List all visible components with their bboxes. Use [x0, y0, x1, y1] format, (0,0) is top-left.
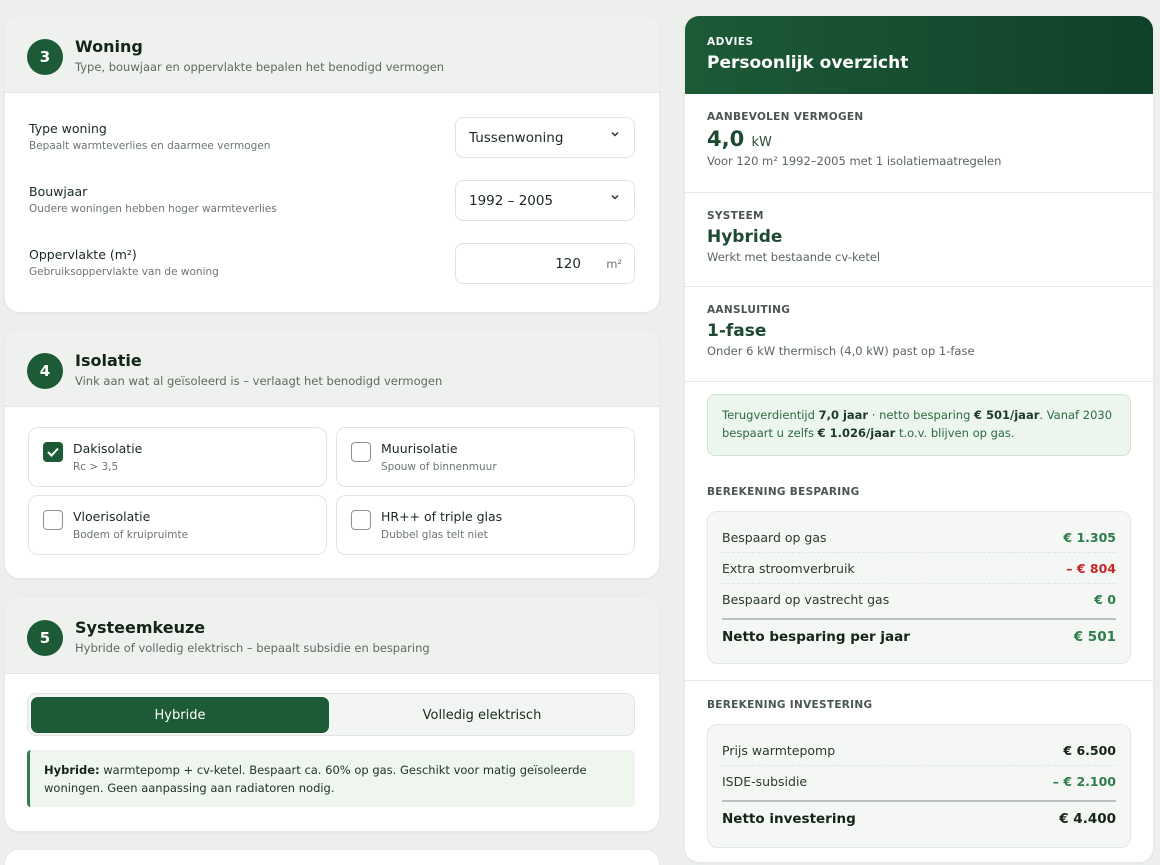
- systeem-label: SYSTEEM: [707, 210, 764, 222]
- systeem-value: Hybride: [707, 227, 783, 247]
- isolatie-card: 4 Isolatie Vink aan wat al geïsoleerd is…: [5, 330, 659, 578]
- advies-header: ADVIES Persoonlijk overzicht: [685, 16, 1153, 94]
- oppervlakte-input[interactable]: 120 m²: [455, 243, 635, 284]
- field-label: Type woning: [29, 121, 107, 136]
- field-label: Oppervlakte (m²): [29, 247, 137, 262]
- field-oppervlakte: Oppervlakte (m²) Gebruiksoppervlakte van…: [29, 243, 635, 285]
- option-volledig-elektrisch-button[interactable]: Volledig elektrisch: [331, 697, 633, 733]
- calc-row: ISDE-subsidie – € 2.100: [722, 774, 1116, 789]
- investering-total: Netto investering € 4.400: [722, 800, 1116, 836]
- type-woning-select[interactable]: Tussenwoning: [455, 117, 635, 158]
- checkbox-checked[interactable]: [43, 442, 63, 462]
- step-badge: 4: [27, 353, 63, 389]
- investering-label: BEREKENING INVESTERING: [707, 699, 873, 711]
- input-value: 120: [555, 256, 581, 272]
- field-label: Bouwjaar: [29, 184, 88, 199]
- section-aansluiting: AANSLUITING 1-fase Onder 6 kW thermisch …: [685, 287, 1153, 382]
- checkbox[interactable]: [43, 510, 63, 530]
- systeem-header: 5 Systeemkeuze Hybride of volledig elekt…: [5, 597, 659, 674]
- section-subtitle: Type, bouwjaar en oppervlakte bepalen he…: [75, 60, 445, 74]
- advies-title: Persoonlijk overzicht: [707, 53, 909, 73]
- vermogen-value: 4,0 kW: [707, 127, 772, 151]
- advies-panel: ADVIES Persoonlijk overzicht AANBEVOLEN …: [685, 16, 1153, 862]
- option-sub: Rc > 3,5: [73, 461, 119, 473]
- check-icon: [47, 447, 59, 457]
- select-value: 1992 – 2005: [469, 193, 554, 209]
- bouwjaar-select[interactable]: 1992 – 2005: [455, 180, 635, 221]
- option-muurisolatie[interactable]: Muurisolatie Spouw of binnenmuur: [336, 427, 635, 487]
- systeem-desc: Werkt met bestaande cv-ketel: [707, 250, 881, 264]
- field-help: Bepaalt warmteverlies en daarmee vermoge…: [29, 140, 271, 152]
- chevron-down-icon: [610, 129, 620, 142]
- option-dakisolatie[interactable]: Dakisolatie Rc > 3,5: [28, 427, 327, 487]
- note-bold: Hybride:: [44, 763, 100, 777]
- section-vermogen: AANBEVOLEN VERMOGEN 4,0 kW Voor 120 m² 1…: [685, 94, 1153, 193]
- woning-card: 3 Woning Type, bouwjaar en oppervlakte b…: [5, 16, 659, 312]
- vermogen-label: AANBEVOLEN VERMOGEN: [707, 111, 864, 123]
- option-hr-glas[interactable]: HR++ of triple glas Dubbel glas telt nie…: [336, 495, 635, 555]
- option-sub: Bodem of kruipruimte: [73, 529, 189, 541]
- field-help: Oudere woningen hebben hoger warmteverli…: [29, 203, 277, 215]
- advies-eyebrow: ADVIES: [707, 36, 754, 48]
- field-help: Gebruiksoppervlakte van de woning: [29, 266, 219, 278]
- section-title: Systeemkeuze: [75, 618, 206, 637]
- calc-row: Bespaard op vastrecht gas € 0: [722, 592, 1116, 607]
- besparing-box: Bespaard op gas € 1.305 Extra stroomverb…: [707, 511, 1131, 664]
- checkbox[interactable]: [351, 442, 371, 462]
- option-title: Dakisolatie: [73, 441, 143, 456]
- field-bouwjaar: Bouwjaar Oudere woningen hebben hoger wa…: [29, 180, 635, 222]
- system-info-note: Hybride: warmtepomp + cv-ketel. Bespaart…: [27, 750, 635, 807]
- section-title: Woning: [75, 37, 143, 56]
- payback-notice: Terugverdientijd 7,0 jaar · netto bespar…: [707, 394, 1131, 456]
- note-text: warmtepomp + cv-ketel. Bespaart ca. 60% …: [44, 763, 587, 795]
- section-subtitle: Hybride of volledig elektrisch – bepaalt…: [75, 641, 430, 655]
- woning-header: 3 Woning Type, bouwjaar en oppervlakte b…: [5, 16, 659, 93]
- aansluiting-label: AANSLUITING: [707, 304, 791, 316]
- calc-row: Extra stroomverbruik – € 804: [722, 553, 1116, 584]
- aansluiting-value: 1-fase: [707, 321, 767, 341]
- header-text: Woning Type, bouwjaar en oppervlakte bep…: [75, 37, 444, 74]
- vermogen-desc: Voor 120 m² 1992–2005 met 1 isolatiemaat…: [707, 154, 1002, 168]
- chevron-down-icon: [610, 192, 620, 205]
- select-value: Tussenwoning: [469, 130, 564, 146]
- besparing-label: BEREKENING BESPARING: [707, 486, 860, 498]
- calc-row: Prijs warmtepomp € 6.500: [722, 735, 1116, 766]
- option-vloerisolatie[interactable]: Vloerisolatie Bodem of kruipruimte: [28, 495, 327, 555]
- divider: [685, 680, 1153, 681]
- field-type-woning: Type woning Bepaalt warmteverlies en daa…: [29, 117, 635, 159]
- option-sub: Spouw of binnenmuur: [381, 461, 497, 473]
- unit-label: m²: [606, 257, 622, 271]
- investering-box: Prijs warmtepomp € 6.500 ISDE-subsidie –…: [707, 724, 1131, 848]
- section-systeem: SYSTEEM Hybride Werkt met bestaande cv-k…: [685, 193, 1153, 287]
- systeem-card: 5 Systeemkeuze Hybride of volledig elekt…: [5, 597, 659, 831]
- section-subtitle: Vink aan wat al geïsoleerd is – verlaagt…: [75, 374, 443, 388]
- option-title: Muurisolatie: [381, 441, 458, 456]
- section-title: Isolatie: [75, 351, 142, 370]
- checkbox[interactable]: [351, 510, 371, 530]
- header-text: Isolatie Vink aan wat al geïsoleerd is –…: [75, 351, 442, 388]
- besparing-total: Netto besparing per jaar € 501: [722, 618, 1116, 654]
- option-title: HR++ of triple glas: [381, 509, 503, 524]
- step-badge: 5: [27, 620, 63, 656]
- option-title: Vloerisolatie: [73, 509, 151, 524]
- system-toggle: Hybride Volledig elektrisch: [27, 693, 635, 736]
- option-hybride-button[interactable]: Hybride: [31, 697, 329, 733]
- step-badge: 3: [27, 39, 63, 75]
- calc-row: Bespaard op gas € 1.305: [722, 522, 1116, 553]
- option-sub: Dubbel glas telt niet: [381, 529, 488, 541]
- header-text: Systeemkeuze Hybride of volledig elektri…: [75, 618, 430, 655]
- aansluiting-desc: Onder 6 kW thermisch (4,0 kW) past op 1-…: [707, 344, 975, 358]
- isolatie-header: 4 Isolatie Vink aan wat al geïsoleerd is…: [5, 330, 659, 407]
- next-card: [5, 850, 659, 865]
